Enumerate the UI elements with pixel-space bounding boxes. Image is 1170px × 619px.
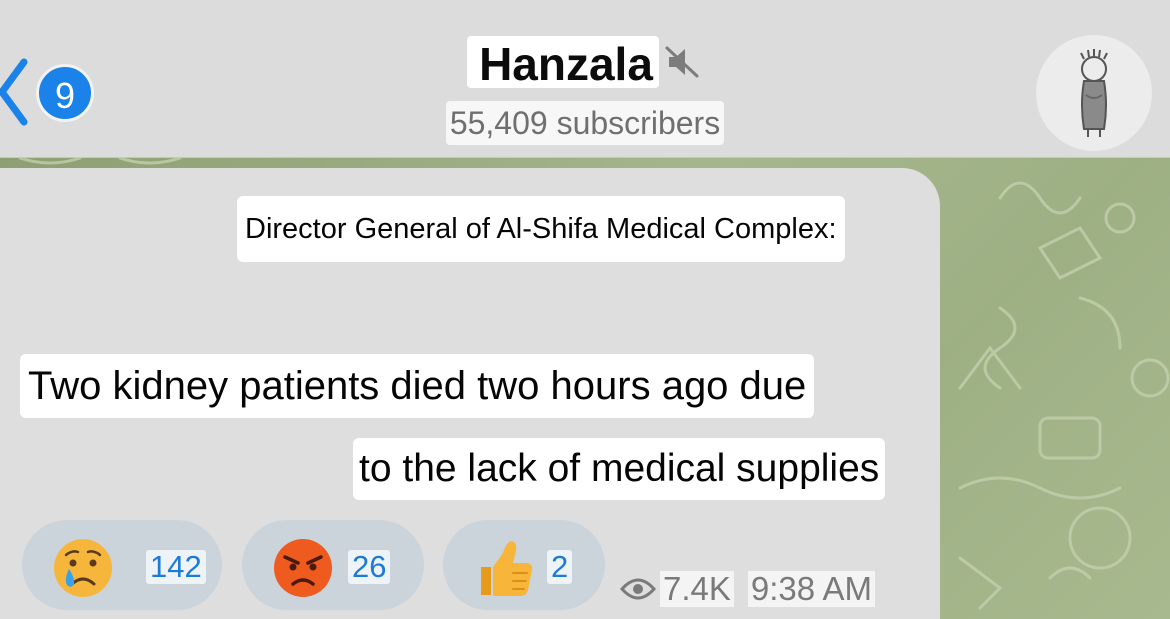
title-area: Hanzala: [0, 36, 1170, 90]
view-count: 7.4K: [660, 571, 734, 607]
message-line-2: Two kidney patients died two hours ago d…: [20, 354, 815, 418]
reaction-count: 142: [146, 550, 206, 584]
message-line-3: to the lack of medical supplies: [353, 438, 886, 500]
channel-title: Hanzala: [479, 38, 653, 90]
message-bubble[interactable]: Director General of Al-Shifa Medical Com…: [0, 168, 940, 619]
reaction-angry[interactable]: 26: [242, 520, 424, 610]
speaker-muted-icon: [665, 46, 699, 78]
thumbs-up-icon: [481, 541, 533, 596]
reaction-thumbs-up[interactable]: 2: [443, 520, 605, 610]
message-time: 9:38 AM: [747, 571, 875, 607]
subscriber-count: 55,409 subscribers: [445, 101, 725, 145]
angry-face-icon: [274, 539, 332, 597]
message-line-1: Director General of Al-Shifa Medical Com…: [237, 196, 845, 262]
eye-icon: [620, 578, 656, 600]
reaction-count: 26: [348, 550, 391, 584]
reaction-crying[interactable]: 142: [22, 520, 222, 610]
channel-avatar[interactable]: [1036, 35, 1152, 151]
reaction-count: 2: [547, 550, 573, 584]
message-meta: 7.4K 9:38 AM: [620, 570, 875, 608]
chat-header: 9 Hanzala 55,409 subscribers: [0, 0, 1170, 158]
handala-figure-icon: [1080, 49, 1108, 137]
channel-title-box[interactable]: Hanzala: [467, 36, 659, 90]
subtitle-area: 55,409 subscribers: [0, 101, 1170, 145]
crying-face-icon: [54, 539, 112, 597]
